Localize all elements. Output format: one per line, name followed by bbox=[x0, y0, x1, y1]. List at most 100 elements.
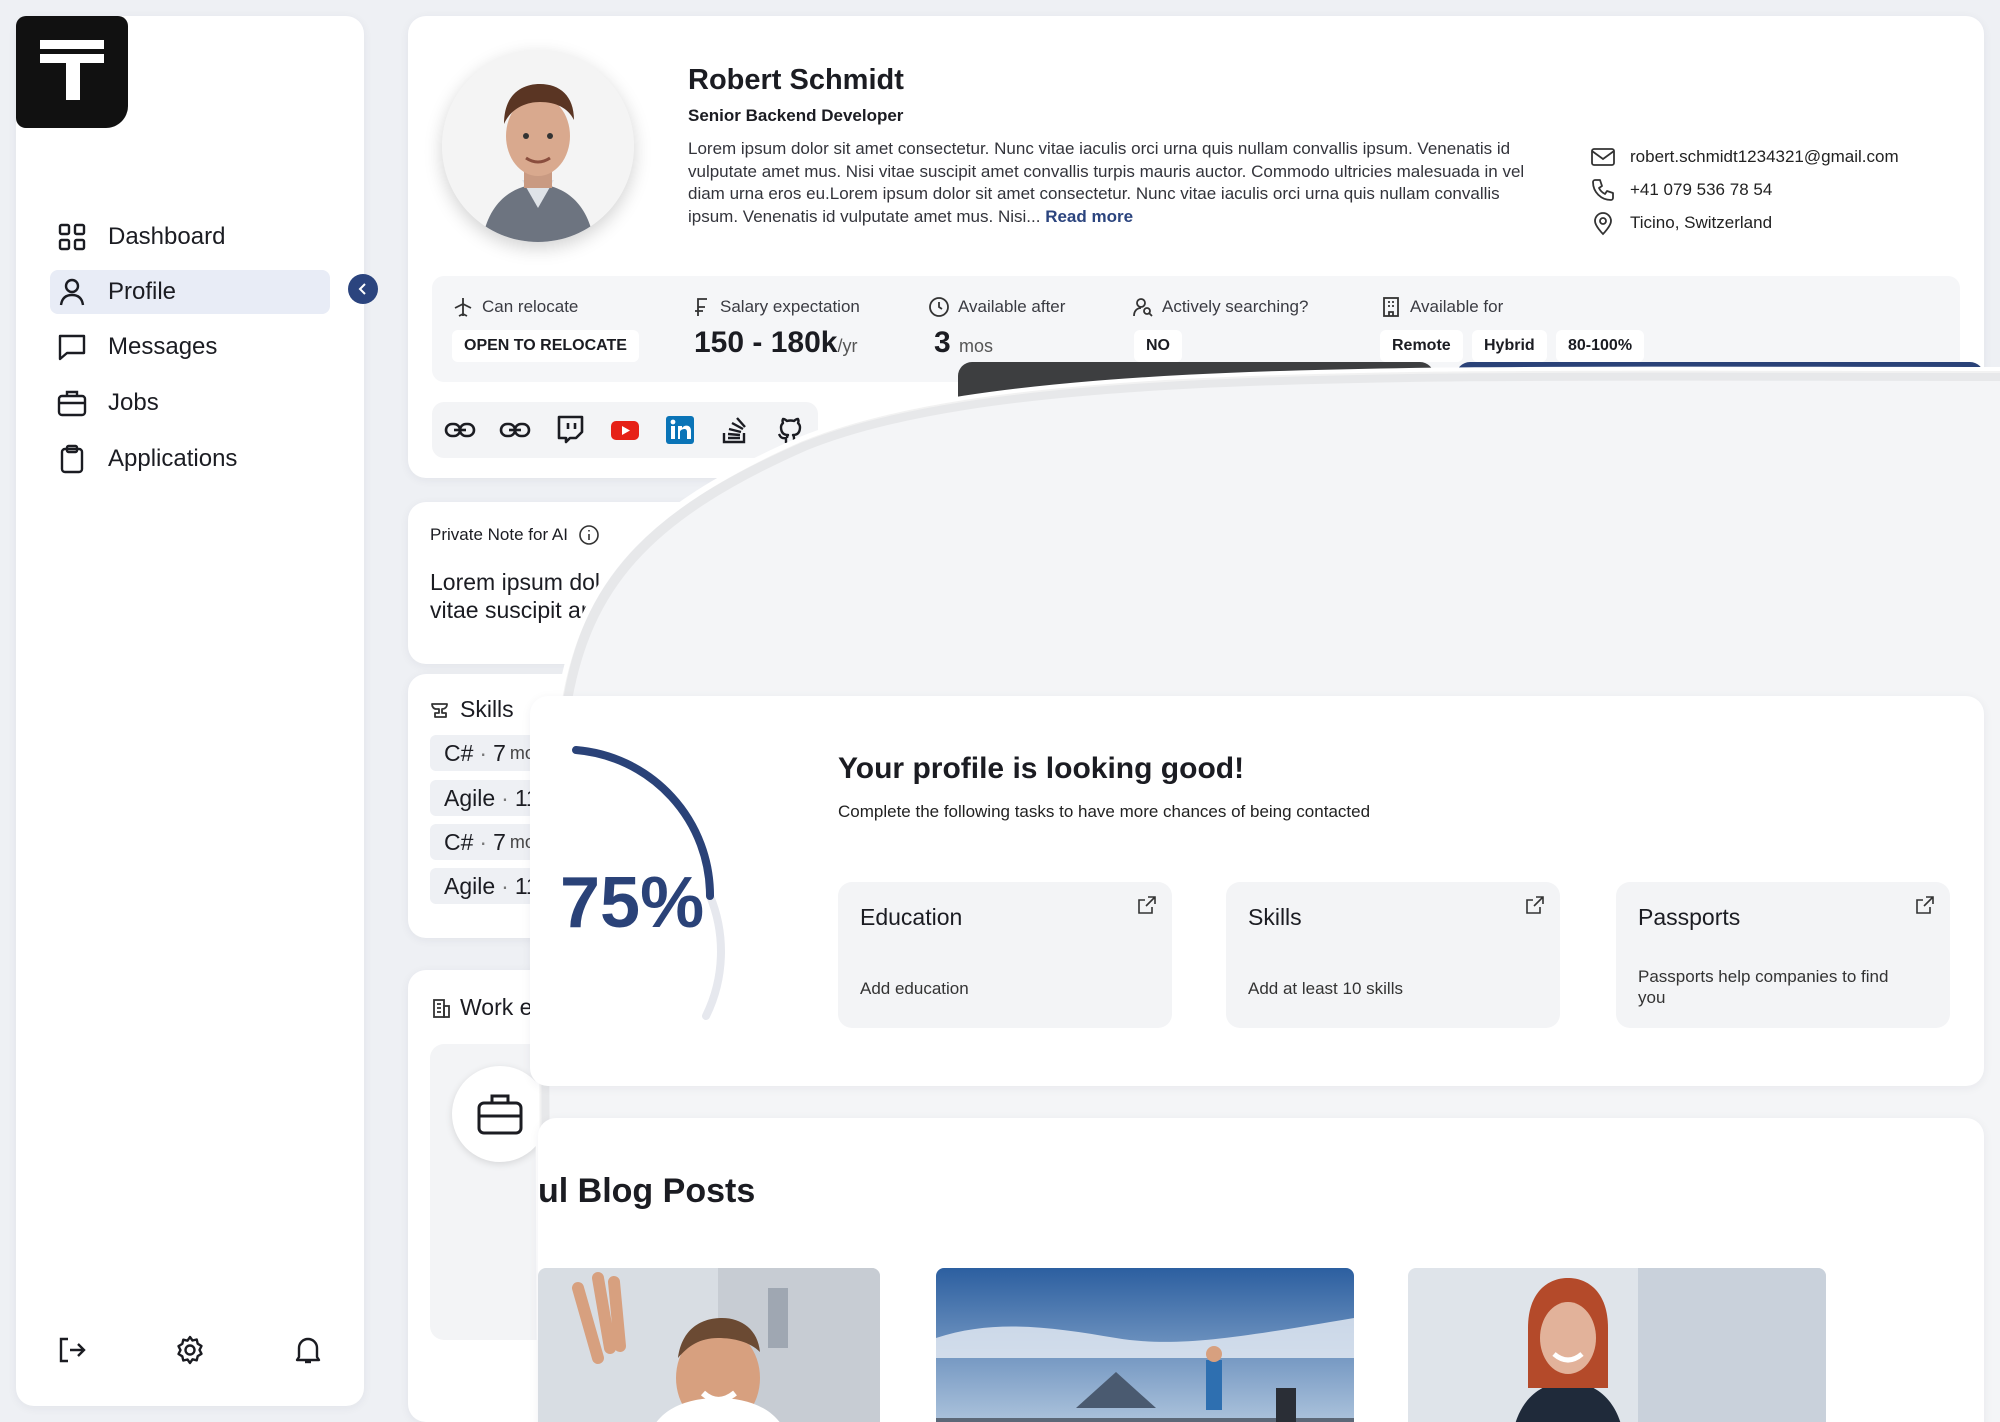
clipboard-icon bbox=[60, 444, 84, 474]
relocate-label: Can relocate bbox=[452, 296, 578, 318]
private-note-line-1: Lorem ipsum dolor sit ame bbox=[430, 569, 701, 595]
user-search-icon bbox=[1133, 298, 1153, 317]
availfor-label-text: Available for bbox=[1410, 297, 1504, 316]
sidebar-item-label: Dashboard bbox=[108, 223, 226, 250]
task-description: Passports help companies to find you bbox=[1638, 967, 1889, 1007]
notifications-button[interactable] bbox=[290, 1332, 326, 1368]
skill-name: C# bbox=[444, 739, 474, 766]
skill-name: C# bbox=[444, 828, 474, 855]
phone-text: +41 079 536 78 54 bbox=[1630, 180, 1773, 199]
private-note-line-2: vitae suscipit amet con bbox=[430, 597, 663, 623]
linkedin-button[interactable] bbox=[662, 412, 698, 448]
sidebar-item-jobs[interactable]: Jobs bbox=[50, 381, 330, 425]
skill-name: Agile bbox=[444, 872, 496, 899]
private-note-label: Private Note for AI bbox=[430, 524, 600, 546]
phone-icon bbox=[1592, 179, 1614, 201]
building-icon bbox=[1383, 297, 1399, 317]
link-button-2[interactable] bbox=[497, 412, 533, 448]
task-title: Passports bbox=[1638, 904, 1741, 930]
youtube-button[interactable] bbox=[607, 412, 643, 448]
twitch-button[interactable] bbox=[552, 412, 588, 448]
sidebar-item-label: Messages bbox=[108, 333, 218, 360]
read-more-link[interactable]: Read more bbox=[1045, 207, 1133, 226]
blog-post-image-1[interactable] bbox=[538, 1268, 880, 1422]
chat-icon bbox=[58, 334, 86, 361]
link-button-1[interactable] bbox=[442, 412, 478, 448]
grid-icon bbox=[58, 223, 86, 251]
bell-icon bbox=[295, 1337, 321, 1364]
salary-label: Salary expectation bbox=[690, 296, 860, 318]
building-icon bbox=[433, 998, 450, 1018]
franc-icon bbox=[695, 298, 707, 316]
task-card-education[interactable]: Education Add education bbox=[838, 882, 1172, 1028]
task-card-skills[interactable]: Skills Add at least 10 skills bbox=[1226, 882, 1560, 1028]
profile-completion-subtitle: Complete the following tasks to have mor… bbox=[838, 802, 1371, 821]
info-icon[interactable] bbox=[578, 524, 600, 546]
chevron-left-icon bbox=[358, 283, 366, 295]
searching-label: Actively searching? bbox=[1132, 296, 1308, 318]
task-description: Add at least 10 skills bbox=[1248, 979, 1403, 998]
user-icon bbox=[59, 278, 85, 306]
github-button[interactable] bbox=[772, 412, 808, 448]
profile-views-value: 950 bbox=[1004, 549, 1125, 629]
external-link-icon[interactable] bbox=[1524, 894, 1546, 916]
skill-name: Agile bbox=[444, 784, 496, 811]
available-amount: 3 bbox=[934, 326, 951, 359]
relocate-chip: OPEN TO RELOCATE bbox=[452, 330, 639, 362]
external-link-icon[interactable] bbox=[1914, 894, 1936, 916]
twitch-icon bbox=[557, 415, 584, 444]
task-description: Add education bbox=[860, 979, 969, 998]
profile-title: Senior Backend Developer bbox=[688, 106, 904, 125]
sidebar-item-applications[interactable]: Applications bbox=[50, 437, 330, 481]
profile-completion-percent: 75% bbox=[560, 863, 705, 943]
salary-value: 150 - 180k/yr bbox=[694, 326, 857, 360]
views-info-icon bbox=[1004, 410, 1030, 436]
stackoverflow-icon bbox=[722, 417, 746, 444]
task-title: Skills bbox=[1248, 904, 1302, 930]
settings-button[interactable] bbox=[172, 1332, 208, 1368]
blog-post-image-2[interactable] bbox=[936, 1268, 1354, 1422]
gear-icon bbox=[177, 1335, 203, 1365]
searching-chip: NO bbox=[1134, 330, 1182, 362]
github-icon bbox=[777, 417, 802, 443]
private-note-title: Private Note for AI bbox=[430, 525, 568, 544]
app-logo[interactable] bbox=[16, 16, 128, 128]
profile-views-label: Profile views bbox=[1004, 502, 1162, 533]
stackoverflow-button[interactable] bbox=[717, 412, 753, 448]
logout-button[interactable] bbox=[54, 1332, 90, 1368]
availfor-chip-hybrid: Hybrid bbox=[1472, 330, 1547, 362]
profile-bio: Lorem ipsum dolor sit amet consectetur. … bbox=[688, 138, 1528, 228]
sidebar-item-label: Jobs bbox=[108, 389, 159, 416]
skills-title-text: Skills bbox=[460, 696, 514, 722]
private-note-text: Lorem ipsum dolor sit ame vitae suscipit… bbox=[430, 568, 730, 624]
external-link-icon[interactable] bbox=[1136, 894, 1158, 916]
availfor-chip-remote: Remote bbox=[1380, 330, 1463, 362]
sidebar-item-dashboard[interactable]: Dashboard bbox=[50, 215, 330, 259]
link-icon bbox=[499, 422, 531, 438]
sidebar-item-messages[interactable]: Messages bbox=[50, 325, 330, 369]
impressions-value: 7 bbox=[1506, 549, 1547, 629]
available-label-text: Available after bbox=[958, 297, 1066, 316]
contact-email[interactable]: robert.schmidt1234321@gmail.com bbox=[1590, 144, 1899, 170]
impressions-info-button[interactable] bbox=[1500, 396, 1550, 446]
sidebar-item-profile[interactable]: Profile bbox=[50, 270, 330, 314]
sidebar-item-label: Applications bbox=[108, 445, 238, 472]
salary-unit: /yr bbox=[837, 336, 858, 356]
work-company-logo bbox=[452, 1066, 548, 1162]
blog-posts-title: ul Blog Posts bbox=[538, 1172, 756, 1210]
blog-photo-people-high-five bbox=[538, 1268, 880, 1422]
task-card-passports[interactable]: Passports Passports help companies to fi… bbox=[1616, 882, 1950, 1028]
logout-icon bbox=[59, 1337, 86, 1363]
collapse-sidebar-button[interactable] bbox=[348, 274, 378, 304]
salary-label-text: Salary expectation bbox=[720, 297, 860, 316]
profile-completion-title: Your profile is looking good! bbox=[838, 752, 1245, 785]
blog-post-image-3[interactable] bbox=[1408, 1268, 1826, 1422]
email-text: robert.schmidt1234321@gmail.com bbox=[1630, 147, 1899, 166]
task-title: Education bbox=[860, 904, 963, 930]
availfor-label: Available for bbox=[1380, 296, 1503, 318]
available-value: 3 mos bbox=[934, 326, 993, 360]
contact-phone[interactable]: +41 079 536 78 54 bbox=[1590, 177, 1772, 203]
relocate-label-text: Can relocate bbox=[482, 297, 579, 316]
sidebar-item-label: Profile bbox=[108, 278, 177, 305]
mail-icon bbox=[1591, 148, 1615, 166]
